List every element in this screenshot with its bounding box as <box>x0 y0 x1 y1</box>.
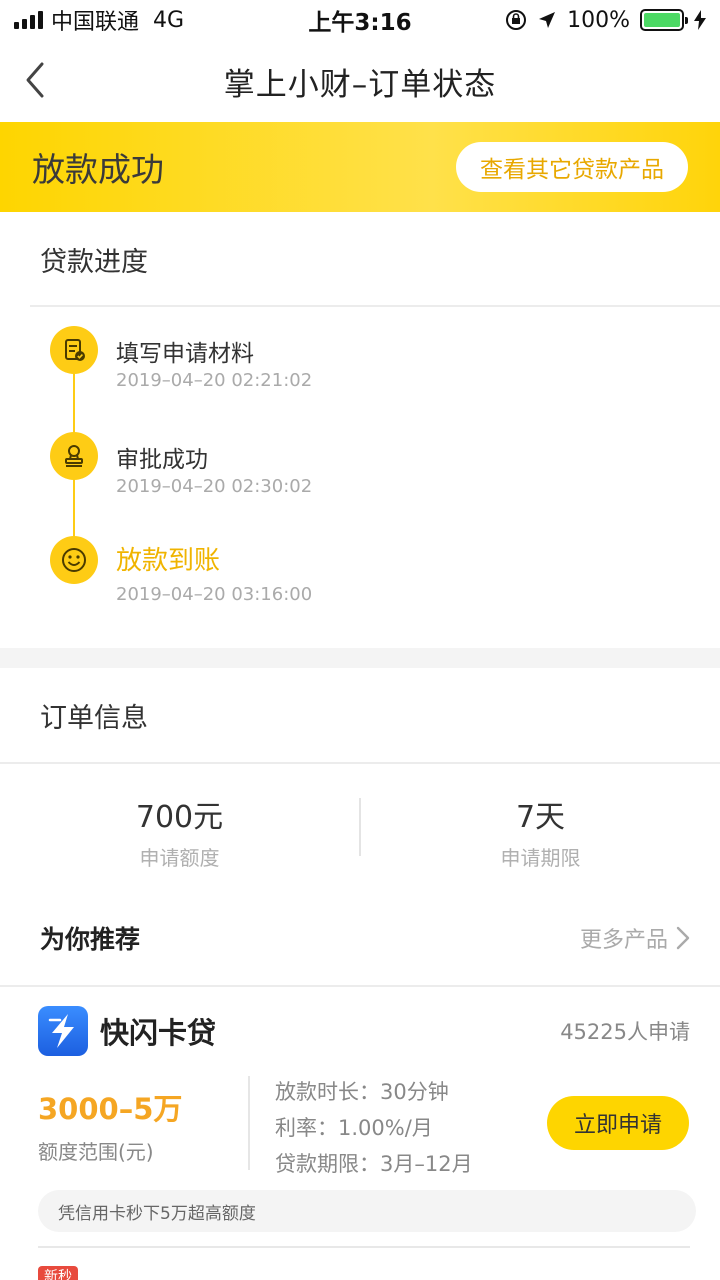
section-gap <box>0 648 720 668</box>
progress-step: 放款到账 2019–04–20 03:16:00 <box>50 536 670 616</box>
amount-range-label: 额度范围(元) <box>38 1140 154 1164</box>
amount-range-block: 3000–5万 额度范围(元) <box>38 1086 238 1165</box>
applicant-count: 45225人申请 <box>560 1020 690 1044</box>
product-name: 快闪卡贷 <box>100 1016 217 1050</box>
view-other-products-button[interactable]: 查看其它贷款产品 <box>456 142 688 192</box>
amount-range-value: 3000–5万 <box>38 1092 183 1126</box>
term-value: 7天 <box>515 800 566 835</box>
progress-section-title: 贷款进度 <box>40 246 148 278</box>
order-stats: 700元 申请额度 7天 申请期限 <box>0 764 720 884</box>
divider <box>0 985 720 987</box>
apply-now-button[interactable]: 立即申请 <box>547 1096 689 1150</box>
status-bar: 中国联通 4G 上午3:16 100% <box>0 0 720 40</box>
step-title-current: 放款到账 <box>116 546 221 576</box>
stamp-icon <box>50 432 98 480</box>
charging-icon <box>694 10 706 30</box>
interest-rate: 利率：1.00%/月 <box>275 1116 433 1140</box>
recommend-title: 为你推荐 <box>40 925 141 954</box>
loan-status-title: 放款成功 <box>32 150 164 189</box>
step-title: 填写申请材料 <box>116 341 254 367</box>
product-details: 放款时长：30分钟 利率：1.00%/月 贷款期限：3月–12月 <box>275 1074 535 1182</box>
nav-bar: 掌上小财–订单状态 <box>0 40 720 122</box>
vertical-separator <box>248 1076 250 1170</box>
location-arrow-icon <box>539 12 556 28</box>
progress-step: 审批成功 2019–04–20 02:30:02 <box>50 432 670 512</box>
lightning-logo-icon <box>38 1006 88 1056</box>
document-check-icon <box>50 326 98 374</box>
term-stat: 7天 申请期限 <box>361 764 720 884</box>
carrier-label: 中国联通 <box>51 10 140 35</box>
network-label: 4G <box>153 7 185 33</box>
recommend-header: 为你推荐 更多产品 <box>0 890 720 986</box>
battery-percent: 100% <box>567 7 630 33</box>
chevron-right-icon <box>676 926 690 950</box>
amount-label: 申请额度 <box>139 846 220 870</box>
progress-step: 填写申请材料 2019–04–20 02:21:02 <box>50 326 670 406</box>
back-arrow-icon[interactable] <box>22 60 52 100</box>
more-products-label: 更多产品 <box>579 928 668 953</box>
step-time: 2019–04–20 03:16:00 <box>116 584 313 605</box>
amount-value: 700元 <box>135 800 224 835</box>
smile-icon <box>50 536 98 584</box>
next-product-card[interactable]: 新秒 <box>38 1266 690 1280</box>
rotation-lock-icon <box>506 10 527 30</box>
page-title: 掌上小财–订单状态 <box>223 66 497 103</box>
loan-term: 贷款期限：3月–12月 <box>275 1152 473 1176</box>
step-time: 2019–04–20 02:21:02 <box>116 370 313 391</box>
term-label: 申请期限 <box>500 846 581 870</box>
clock: 上午3:16 <box>308 10 412 36</box>
order-section-title: 订单信息 <box>40 702 148 734</box>
divider <box>30 305 720 307</box>
divider <box>38 1246 690 1248</box>
product-card-header[interactable]: 快闪卡贷 45225人申请 <box>38 1004 690 1058</box>
signal-icon <box>14 11 43 29</box>
step-time: 2019–04–20 02:30:02 <box>116 476 313 497</box>
amount-stat: 700元 申请额度 <box>0 764 359 884</box>
more-products-link[interactable]: 更多产品 <box>580 922 690 954</box>
battery-icon <box>640 9 688 31</box>
step-title: 审批成功 <box>116 447 208 473</box>
product-tip: 凭信用卡秒下5万超高额度 <box>38 1190 696 1232</box>
new-badge: 新秒 <box>38 1266 78 1280</box>
disbursement-time: 放款时长：30分钟 <box>275 1080 449 1104</box>
status-banner: 放款成功 查看其它贷款产品 <box>0 122 720 212</box>
